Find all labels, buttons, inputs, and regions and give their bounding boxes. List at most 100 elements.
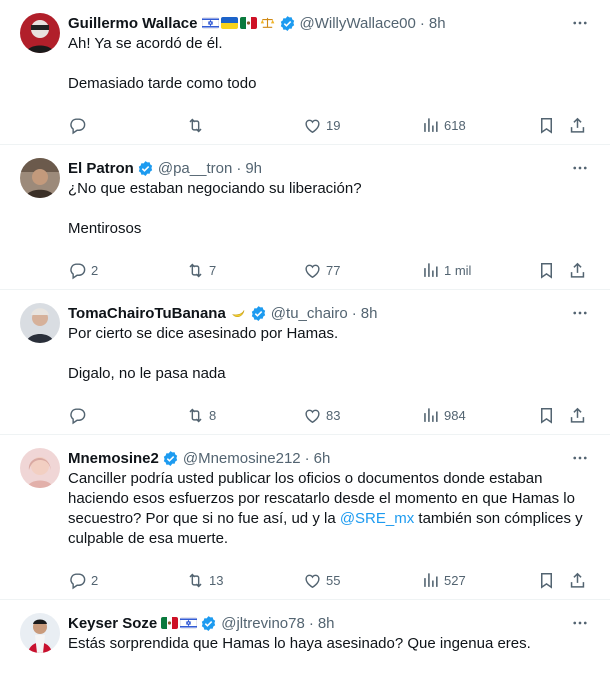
user-handle[interactable]: @pa__tron xyxy=(158,160,232,177)
views-button[interactable]: 984 xyxy=(421,406,466,425)
retweet-count: 7 xyxy=(209,262,217,278)
verified-badge-icon xyxy=(200,615,217,632)
tweet-paragraph: Demasiado tarde como todo xyxy=(68,75,257,92)
reply-icon xyxy=(68,571,87,590)
retweet-button[interactable]: 7 xyxy=(186,261,216,280)
tweet[interactable]: El Patron @pa__tron · 9h ¿No que estaban neg… xyxy=(0,145,610,290)
share-button[interactable] xyxy=(568,116,587,135)
more-icon[interactable] xyxy=(570,449,590,467)
display-name[interactable]: TomaChairoTuBanana xyxy=(68,305,226,322)
name-emoji xyxy=(230,307,247,319)
reply-count: 2 xyxy=(91,262,99,278)
more-icon[interactable] xyxy=(570,159,590,177)
display-name[interactable]: Guillermo Wallace xyxy=(68,15,198,32)
display-name[interactable]: Keyser Soze xyxy=(68,615,157,632)
views-button[interactable]: 618 xyxy=(421,116,466,135)
like-button[interactable]: 55 xyxy=(303,571,340,590)
avatar[interactable] xyxy=(20,448,60,488)
reply-icon xyxy=(68,116,87,135)
tweet-paragraph: Digalo, no le pasa nada xyxy=(68,365,226,382)
bookmark-button[interactable] xyxy=(537,406,556,425)
like-button[interactable]: 83 xyxy=(303,406,340,425)
reply-button[interactable]: 2 xyxy=(68,571,98,590)
tweet[interactable]: TomaChairoTuBanana @tu_chairo · 8h Por ciert… xyxy=(0,290,610,435)
avatar[interactable] xyxy=(20,13,60,53)
share-button[interactable] xyxy=(568,571,587,590)
separator: · xyxy=(236,159,242,177)
heart-icon xyxy=(303,261,322,280)
reply-button[interactable]: 2 xyxy=(68,261,98,280)
like-count: 83 xyxy=(326,407,341,423)
views-count: 1 mil xyxy=(444,262,472,278)
reply-icon xyxy=(68,406,87,425)
analytics-icon xyxy=(421,261,440,280)
reply-button[interactable] xyxy=(68,116,91,135)
retweet-icon xyxy=(186,261,205,280)
separator: · xyxy=(419,14,425,32)
share-icon xyxy=(568,406,587,425)
views-button[interactable]: 527 xyxy=(421,571,466,590)
retweet-button[interactable] xyxy=(186,116,209,135)
bookmark-button[interactable] xyxy=(537,261,556,280)
like-button[interactable]: 19 xyxy=(303,116,340,135)
tweet-header: TomaChairoTuBanana @tu_chairo · 8h xyxy=(68,302,594,324)
tweet-text: Estás sorprendida que Hamas lo haya ases… xyxy=(68,634,594,654)
timestamp[interactable]: 8h xyxy=(361,305,378,322)
tweet-paragraph: Estás sorprendida que Hamas lo haya ases… xyxy=(68,635,531,652)
views-count: 618 xyxy=(444,117,466,133)
action-bar: 2 13 55 527 xyxy=(68,561,594,599)
views-button[interactable]: 1 mil xyxy=(421,261,471,280)
avatar[interactable] xyxy=(20,158,60,198)
share-icon xyxy=(568,261,587,280)
like-button[interactable]: 77 xyxy=(303,261,340,280)
timestamp[interactable]: 6h xyxy=(314,450,331,467)
separator: · xyxy=(304,449,310,467)
retweet-button[interactable]: 8 xyxy=(186,406,216,425)
timestamp[interactable]: 8h xyxy=(318,615,335,632)
bookmark-button[interactable] xyxy=(537,571,556,590)
more-icon[interactable] xyxy=(570,304,590,322)
heart-icon xyxy=(303,571,322,590)
tweet[interactable]: Keyser Soze @jltrevino78 · 8h Estás sorprend… xyxy=(0,600,610,673)
tweet[interactable]: Guillermo Wallace @WillyWallace00 · 8h Ah! Y… xyxy=(0,0,610,145)
verified-badge-icon xyxy=(162,450,179,467)
mexico-flag-icon xyxy=(161,617,179,629)
mexico-flag-icon xyxy=(239,17,257,29)
tweet-text: Canciller podría usted publicar los ofic… xyxy=(68,469,594,549)
tweet-paragraph: Mentirosos xyxy=(68,220,142,237)
display-name[interactable]: El Patron xyxy=(68,160,134,177)
separator: · xyxy=(308,614,314,632)
tweet-text: Ah! Ya se acordó de él. Demasiado tarde c… xyxy=(68,34,594,94)
avatar[interactable] xyxy=(20,613,60,653)
user-handle[interactable]: @WillyWallace00 xyxy=(300,15,416,32)
avatar[interactable] xyxy=(20,303,60,343)
bookmark-icon xyxy=(537,571,556,590)
tweet-text: Por cierto se dice asesinado por Hamas. D… xyxy=(68,324,594,384)
verified-badge-icon xyxy=(279,15,296,32)
share-button[interactable] xyxy=(568,261,587,280)
display-name[interactable]: Mnemosine2 xyxy=(68,450,159,467)
user-handle[interactable]: @jltrevino78 xyxy=(221,615,305,632)
timestamp[interactable]: 8h xyxy=(429,15,446,32)
retweet-count: 8 xyxy=(209,407,217,423)
more-icon[interactable] xyxy=(570,614,590,632)
share-icon xyxy=(568,571,587,590)
action-bar: 2 7 77 1 mil xyxy=(68,251,594,289)
share-button[interactable] xyxy=(568,406,587,425)
reply-button[interactable] xyxy=(68,406,91,425)
scales-icon xyxy=(260,17,274,28)
banana-icon xyxy=(231,310,245,317)
timestamp[interactable]: 9h xyxy=(245,160,262,177)
tweet-paragraph: Por cierto se dice asesinado por Hamas. xyxy=(68,325,339,342)
retweet-button[interactable]: 13 xyxy=(186,571,223,590)
ukraine-flag-icon xyxy=(220,17,238,29)
like-count: 55 xyxy=(326,572,341,588)
user-handle[interactable]: @tu_chairo xyxy=(271,305,348,322)
analytics-icon xyxy=(421,116,440,135)
bookmark-button[interactable] xyxy=(537,116,556,135)
reply-feed: Guillermo Wallace @WillyWallace00 · 8h Ah! Y… xyxy=(0,0,610,673)
more-icon[interactable] xyxy=(570,14,590,32)
tweet[interactable]: Mnemosine2 @Mnemosine212 · 6h Canciller podr… xyxy=(0,435,610,600)
mention-link[interactable]: @SRE_mx xyxy=(340,510,414,527)
user-handle[interactable]: @Mnemosine212 xyxy=(183,450,301,467)
